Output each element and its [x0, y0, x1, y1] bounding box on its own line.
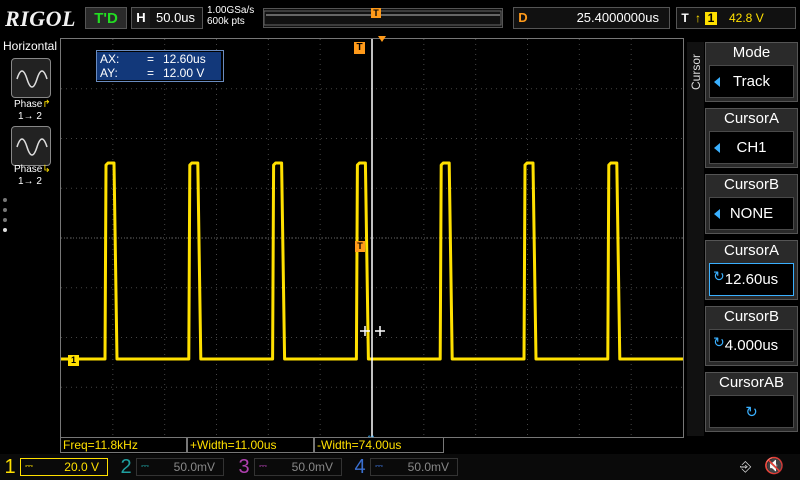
cursor-a-position-title: CursorA [723, 242, 779, 259]
measurement-negative-width[interactable]: -Width=74.00us [314, 438, 444, 453]
mode-title: Mode [732, 44, 771, 61]
cursor-a-source-title: CursorA [723, 110, 779, 127]
channel-4-scale: 50.0mV [407, 460, 449, 474]
sample-rate: 1.00GSa/s [207, 5, 255, 16]
trigger-time-marker[interactable]: T [354, 42, 365, 54]
trigger-readout[interactable]: T ↑ 1 42.8 V [676, 7, 796, 29]
ay-label: AY: [100, 66, 118, 80]
cursor-ax-row: AX: = 12.60us [97, 52, 221, 66]
cursor-b-position-title: CursorB [723, 308, 779, 325]
channel-1-scale-box: ⎓ 20.0 V [20, 458, 108, 476]
channel-4-button[interactable]: 4 ⎓ 50.0mV [352, 455, 462, 479]
cursor-top-arrow-icon [378, 36, 386, 42]
phase-fall-label: Phase↳ [14, 164, 51, 175]
cursor-b-source-title: CursorB [723, 176, 779, 193]
delay-label: D [518, 10, 528, 25]
channel-3-scale: 50.0mV [291, 460, 333, 474]
trigger-level: 42.8 V [729, 11, 764, 25]
cursor-crosshair-right [375, 326, 385, 336]
ay-equals: = [147, 66, 155, 80]
phase-rise-label: Phase↱ [14, 99, 51, 110]
sine-wave-icon [16, 70, 48, 88]
delay-value: 25.4000000us [576, 10, 659, 25]
cursor-a-source-value: CH1 [736, 139, 767, 156]
cursor-ab-title: CursorAB [718, 374, 785, 391]
trigger-label: T [681, 11, 689, 25]
cursor-a-position-value: 12.60us [724, 271, 779, 288]
waveform-graticule [61, 39, 683, 437]
left-panel: Horizontal Phase↱ 1→ 2 Phase↳ 1→ 2 [0, 38, 58, 438]
cursor-a-position-button[interactable]: CursorA ↻ 12.60us [705, 240, 798, 300]
timebase-value: 50.0us [156, 10, 196, 25]
channel-3-button[interactable]: 3 ⎓ 50.0mV [236, 455, 346, 479]
ax-label: AX: [100, 52, 120, 66]
menu-title: Cursor [689, 54, 703, 91]
channel-2-scale-box: ⎓ 50.0mV [136, 458, 224, 476]
left-panel-title: Horizontal [3, 39, 58, 53]
ay-value: 12.00 V [163, 66, 205, 80]
cursor-readout-box: AX: = 12.60us AY: = 12.00 V [96, 50, 224, 82]
menu-side-strip [687, 42, 704, 436]
phase-fall-sub: 1→ 2 [18, 176, 42, 187]
channel-2-scale: 50.0mV [173, 460, 215, 474]
mode-value: Track [733, 73, 770, 90]
measurement-frequency[interactable]: Freq=11.8kHz [60, 438, 187, 453]
memory-overview-wave [263, 10, 502, 26]
sine-wave-icon [16, 138, 48, 156]
brand-logo: RIGOL [5, 6, 76, 31]
phase-rise-sub: 1→ 2 [18, 111, 42, 122]
usb-icon: ⎆ [740, 458, 752, 474]
cursor-b-position-box: ↻ 4.000us [709, 329, 794, 362]
cursor-ab-box: ↻ [709, 395, 794, 428]
memory-overview-bar[interactable]: T [263, 8, 503, 28]
cursor-b-position-button[interactable]: CursorB ↻ 4.000us [705, 306, 798, 366]
channel-4-number: 4 [354, 456, 366, 478]
trigger-status-badge[interactable]: T'D [85, 7, 127, 29]
dc-coupling-icon: ⎓ [25, 461, 33, 472]
falling-phase-icon[interactable] [11, 126, 51, 166]
channel-1-scale: 20.0 V [64, 460, 99, 474]
cursor-a-source-button[interactable]: CursorA CH1 [705, 108, 798, 168]
channel-3-scale-box: ⎓ 50.0mV [254, 458, 342, 476]
dc-coupling-icon: ⎓ [141, 461, 149, 472]
mode-value-box: Track [709, 65, 794, 98]
rotary-knob-icon: ↻ [745, 404, 758, 421]
cursor-ay-row: AY: = 12.00 V [97, 66, 221, 80]
channel-4-scale-box: ⎓ 50.0mV [370, 458, 458, 476]
channel-3-number: 3 [238, 456, 250, 478]
dc-coupling-icon: ⎓ [375, 461, 383, 472]
horizontal-label: H [132, 8, 150, 28]
cursor-b-position-value: 4.000us [724, 337, 779, 354]
cursor-ab-button[interactable]: CursorAB ↻ [705, 372, 798, 432]
cursor-b-source-value: NONE [729, 205, 774, 222]
cursor-b-source-button[interactable]: CursorB NONE [705, 174, 798, 234]
trigger-source-badge: 1 [705, 12, 717, 25]
channel-1-number: 1 [4, 456, 16, 478]
rising-edge-icon: ↑ [695, 11, 701, 25]
ch1-ground-marker[interactable]: 1 [68, 355, 79, 366]
mode-menu-button[interactable]: Mode Track [705, 42, 798, 102]
cursor-b-source-box: NONE [709, 197, 794, 230]
rising-phase-icon[interactable] [11, 58, 51, 98]
delay-readout[interactable]: D 25.4000000us [513, 7, 670, 29]
page-indicator-dots [3, 198, 7, 238]
measurement-positive-width[interactable]: +Width=11.00us [187, 438, 314, 453]
channel-2-number: 2 [120, 456, 132, 478]
ax-value: 12.60us [163, 52, 206, 66]
cursor-waveform-marker: T [355, 241, 365, 252]
channel-2-button[interactable]: 2 ⎓ 50.0mV [118, 455, 228, 479]
ax-equals: = [147, 52, 155, 66]
memory-depth: 600k pts [207, 16, 245, 27]
cursor-a-source-box: CH1 [709, 131, 794, 164]
cursor-a-position-box: ↻ 12.60us [709, 263, 794, 296]
horizontal-timebase[interactable]: H 50.0us [131, 7, 203, 29]
sample-rate-info: 1.00GSa/s 600k pts [207, 5, 254, 27]
trigger-position-marker: T [371, 8, 381, 18]
channel-1-button[interactable]: 1 ⎓ 20.0 V [2, 455, 112, 479]
waveform-display[interactable] [60, 38, 684, 438]
speaker-muted-icon[interactable]: 🔇 [764, 456, 784, 476]
dc-coupling-icon: ⎓ [259, 461, 267, 472]
